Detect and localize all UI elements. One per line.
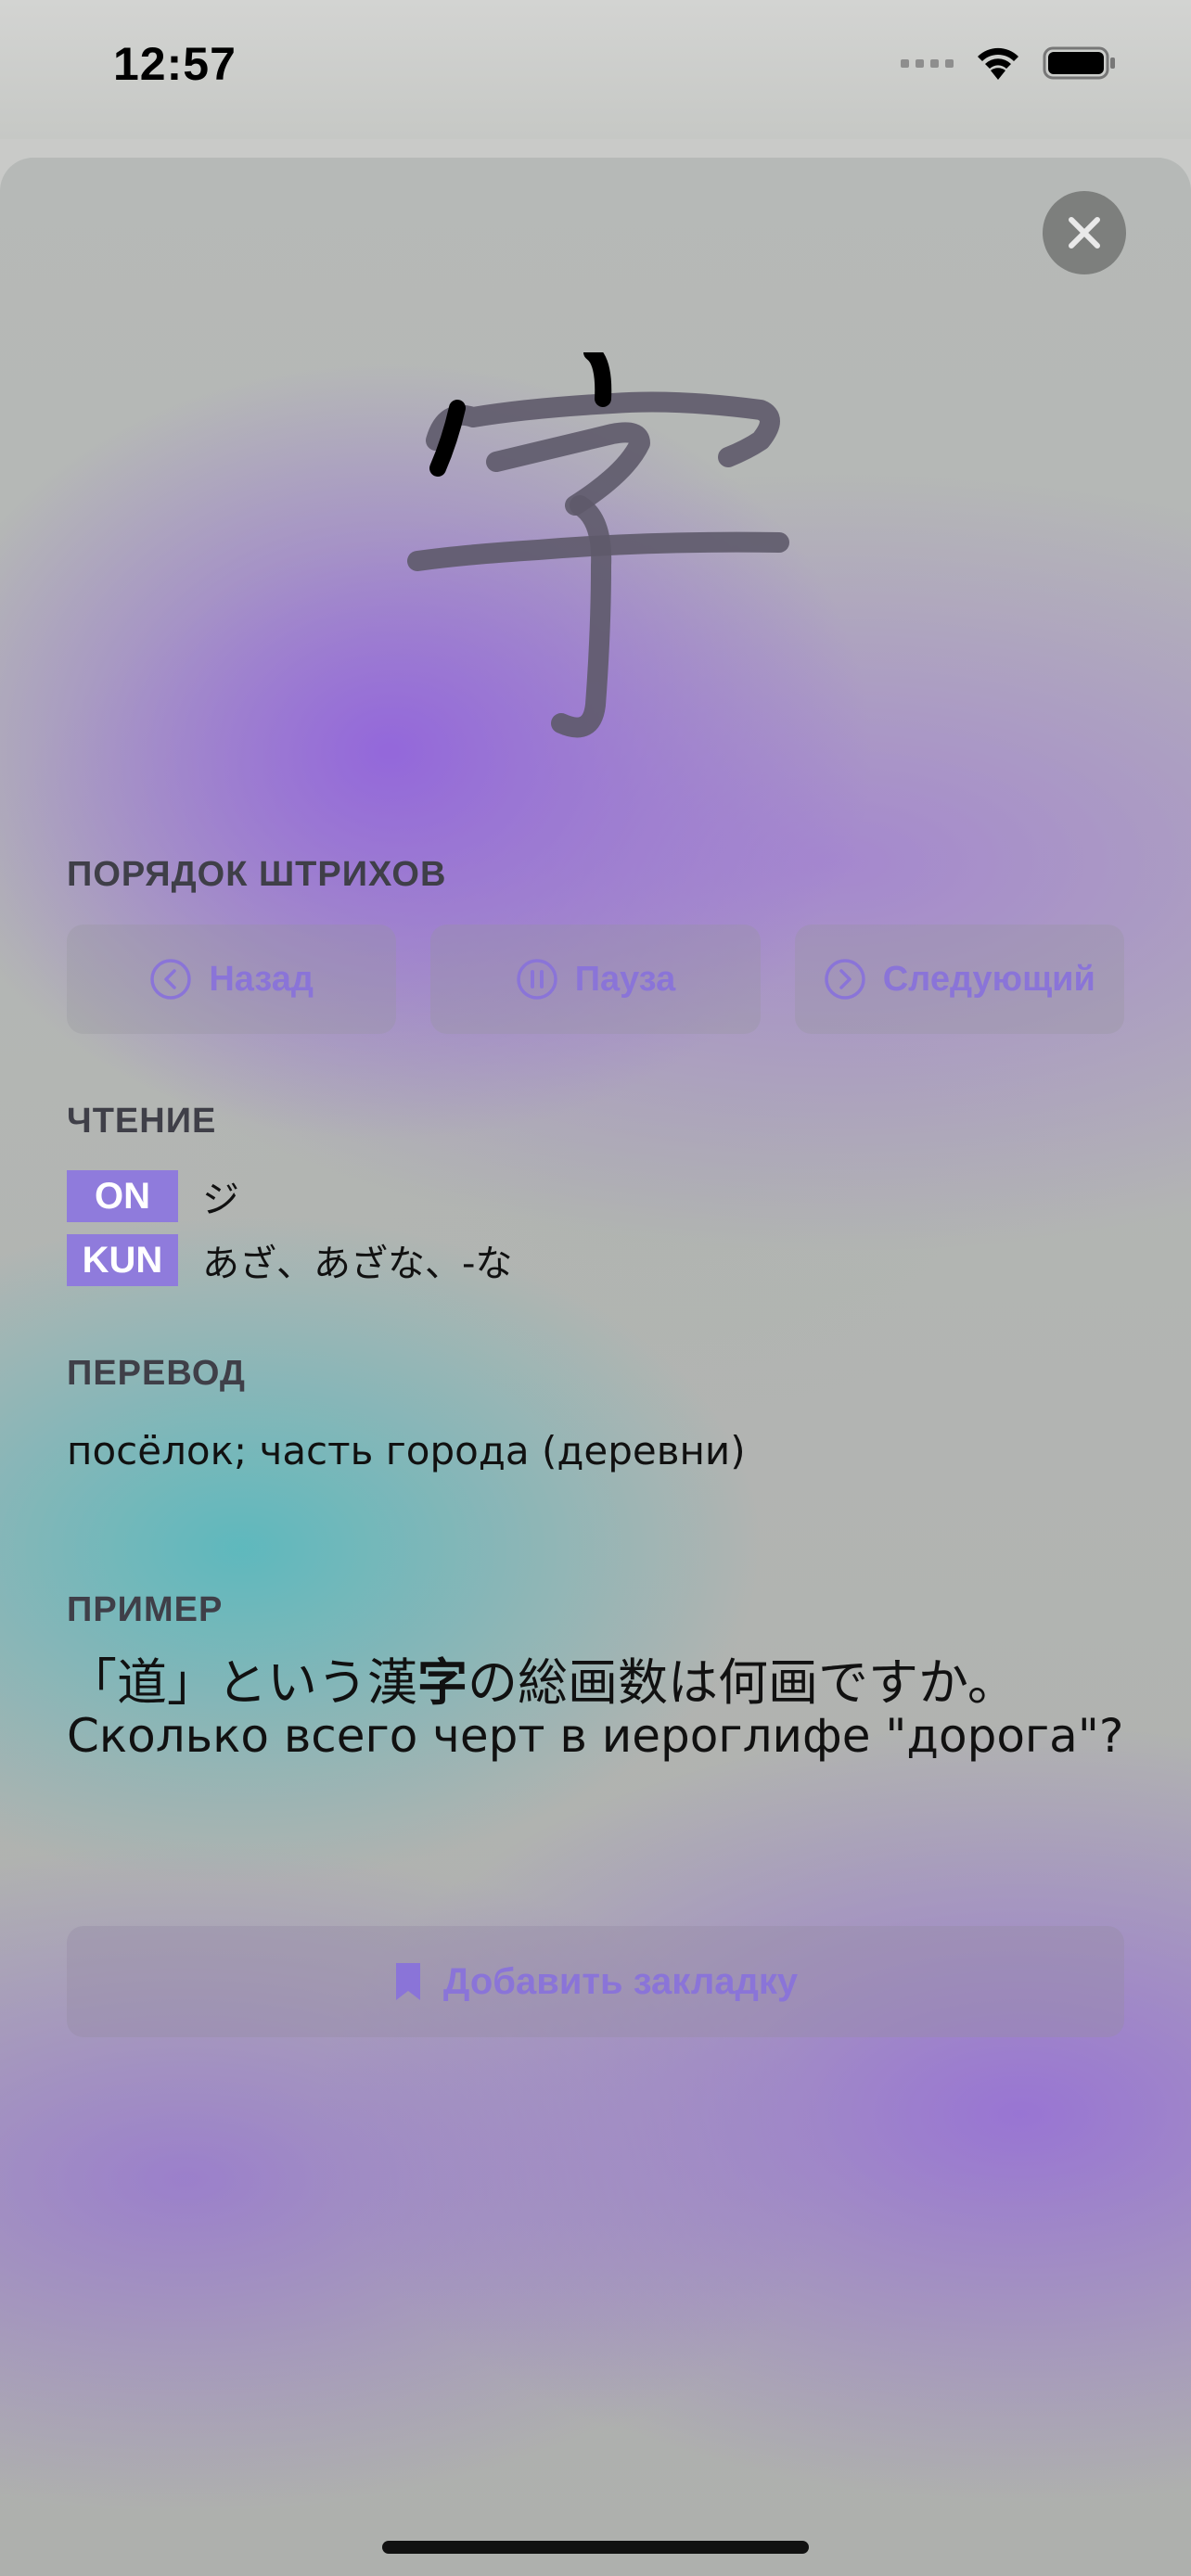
status-time: 12:57 bbox=[113, 38, 237, 90]
on-reading-row: ON ジ bbox=[67, 1169, 239, 1223]
example-russian: Сколько всего черт в иероглифе "дорога"? bbox=[67, 1709, 1124, 1763]
example-japanese: 「道」という漢字の総画数は何画ですか。 bbox=[67, 1641, 1018, 1715]
example-label: ПРИМЕР bbox=[67, 1590, 224, 1629]
add-bookmark-button[interactable]: Добавить закладку bbox=[67, 1926, 1124, 2037]
status-bar: 12:57 bbox=[0, 0, 1191, 139]
cellular-signal-icon bbox=[901, 58, 954, 68]
close-button[interactable] bbox=[1043, 191, 1126, 274]
pause-button[interactable]: Пауза bbox=[430, 925, 761, 1034]
stroke-hook-top bbox=[486, 422, 650, 516]
stroke-order-controls: Назад Пауза Следующий bbox=[67, 925, 1124, 1034]
next-button[interactable]: Следующий bbox=[794, 925, 1124, 1034]
example-jp-highlight: 字 bbox=[417, 1653, 467, 1712]
bookmark-icon bbox=[395, 1963, 420, 2000]
kanji-stroke-animation[interactable]: 字 bbox=[390, 344, 816, 779]
close-icon bbox=[1069, 217, 1100, 249]
stroke-order-label: ПОРЯДОК ШТРИХОВ bbox=[67, 855, 447, 894]
pause-button-label: Пауза bbox=[574, 959, 676, 999]
kun-reading-row: KUN あざ、あざな、-な bbox=[67, 1233, 512, 1287]
stroke-dot-animated bbox=[583, 344, 612, 407]
translation-label: ПЕРЕВОД bbox=[67, 1354, 246, 1393]
next-button-label: Следующий bbox=[882, 959, 1095, 999]
battery-icon bbox=[1043, 45, 1117, 82]
kun-reading-text: あざ、あざな、-な bbox=[202, 1243, 513, 1285]
wifi-icon bbox=[974, 45, 1022, 82]
kanji-detail-sheet: 字 ПОРЯДОК ШТРИХОВ Назад bbox=[0, 158, 1191, 2576]
chevron-left-circle-icon bbox=[150, 959, 192, 1000]
on-badge: ON bbox=[67, 1170, 178, 1222]
translation-text: посёлок; часть города (деревни) bbox=[67, 1428, 746, 1473]
back-button-label: Назад bbox=[209, 959, 314, 999]
kanji-strokes bbox=[407, 344, 789, 738]
back-button[interactable]: Назад bbox=[67, 925, 397, 1034]
example-jp-before: 「道」という漢 bbox=[67, 1653, 417, 1712]
home-indicator[interactable] bbox=[382, 2541, 809, 2554]
chevron-right-circle-icon bbox=[824, 959, 865, 1000]
status-icons bbox=[901, 45, 1117, 82]
example-jp-after: の総画数は何画ですか。 bbox=[467, 1653, 1018, 1712]
pause-circle-icon bbox=[516, 959, 557, 1000]
add-bookmark-label: Добавить закладку bbox=[442, 1960, 799, 2002]
on-reading-text: ジ bbox=[202, 1179, 239, 1221]
reading-label: ЧТЕНИЕ bbox=[67, 1102, 217, 1141]
kun-badge: KUN bbox=[67, 1234, 178, 1286]
